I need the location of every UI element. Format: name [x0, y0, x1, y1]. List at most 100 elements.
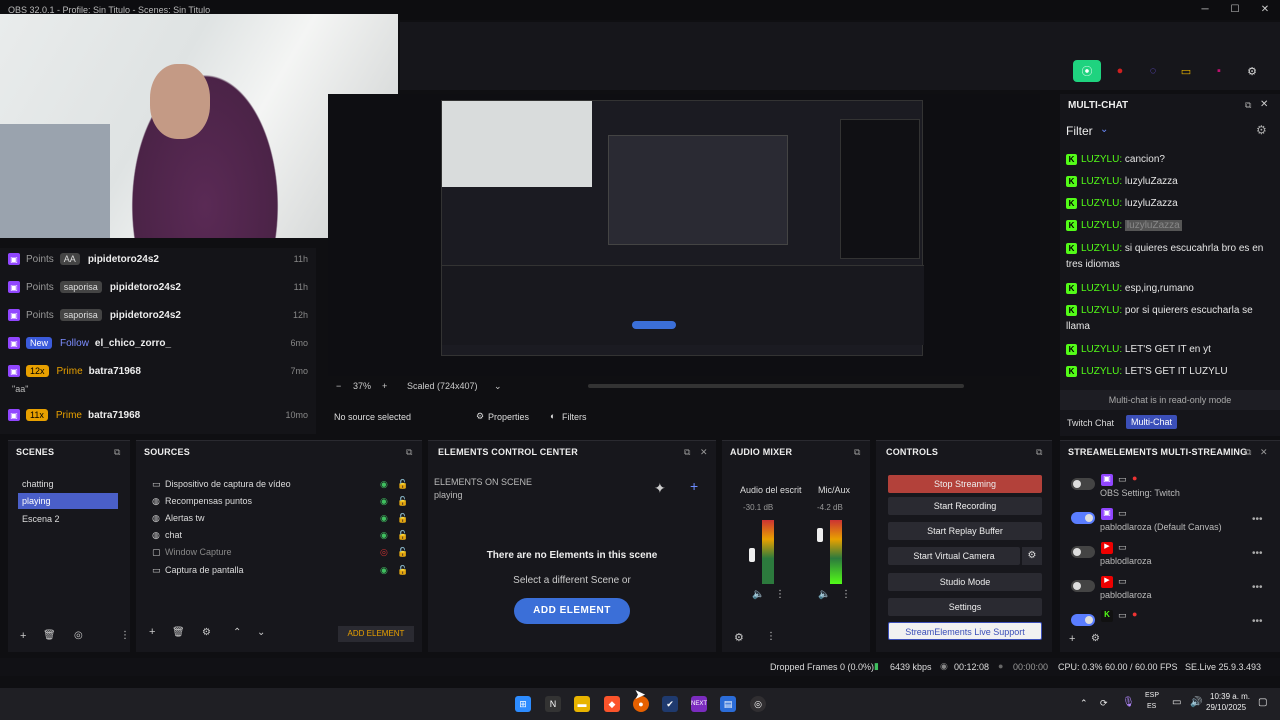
filter-dropdown[interactable]: Filter [1066, 124, 1093, 138]
studio-mode-button[interactable]: Studio Mode [888, 573, 1042, 591]
horizontal-scrollbar[interactable] [588, 384, 964, 388]
preview-canvas[interactable] [441, 100, 924, 356]
windows-start-icon[interactable]: ⊞ [515, 696, 531, 712]
maximize-icon[interactable]: ☐ [1220, 0, 1250, 20]
properties-button[interactable]: Properties [488, 412, 529, 422]
toggle[interactable] [1071, 580, 1095, 592]
live-icon[interactable]: ⦿ [1073, 60, 1101, 82]
volume-meter [762, 520, 774, 584]
notion-icon[interactable]: N [545, 696, 561, 712]
language-indicator[interactable]: ESP [1145, 692, 1159, 699]
add-icon[interactable]: + [1069, 633, 1075, 645]
network-icon[interactable]: ▭ [1172, 697, 1181, 708]
float-icon[interactable]: ⧉ [406, 447, 412, 458]
tab-multi-chat[interactable]: Multi-Chat [1126, 415, 1178, 429]
filter-icon[interactable]: ◎ [74, 630, 83, 641]
trash-icon[interactable]: 🗑 [43, 630, 56, 641]
float-icon[interactable]: ⧉ [854, 447, 860, 458]
volume-fader[interactable] [817, 528, 823, 542]
add-element-button[interactable]: ADD ELEMENT [338, 626, 414, 642]
sync-icon[interactable]: ⟳ [1100, 698, 1108, 709]
add-icon[interactable]: + [20, 630, 26, 642]
eye-icon: ◉ [380, 496, 388, 506]
sparkle-icon[interactable]: ✦ [654, 480, 666, 497]
more-icon[interactable]: ⋮ [120, 630, 130, 641]
more-icon[interactable]: ••• [1252, 616, 1263, 627]
toggle[interactable] [1071, 478, 1095, 490]
record-icon[interactable]: ● [1106, 60, 1134, 82]
minimize-icon[interactable]: ─ [1190, 0, 1220, 20]
chevron-up-icon[interactable]: ⌃ [1080, 698, 1088, 709]
close-icon[interactable]: ✕ [1250, 0, 1280, 20]
chevron-down-icon[interactable]: ⌄ [257, 627, 265, 638]
todo-icon[interactable]: ✔ [662, 696, 678, 712]
settings-button[interactable]: Settings [888, 598, 1042, 616]
chevron-down-icon: ⌄ [494, 381, 502, 391]
more-icon[interactable]: ⋮ [841, 589, 851, 600]
add-icon[interactable]: + [149, 626, 155, 638]
source-item[interactable]: ▢ Window Capture ◎ 🔓 [152, 544, 412, 560]
more-icon[interactable]: ••• [1252, 514, 1263, 525]
replay-icon[interactable]: ◌ [1139, 60, 1167, 82]
float-icon[interactable]: ⧉ [684, 447, 690, 458]
studio-icon[interactable]: ▪ [1205, 60, 1233, 82]
gear-icon[interactable]: ⚙ [1022, 547, 1042, 565]
scene-item[interactable]: playing [18, 493, 118, 509]
streamelements-support-button[interactable]: StreamElements Live Support [888, 622, 1042, 640]
source-item[interactable]: ▭ Dispositivo de captura de vídeo ◉ 🔓 [152, 476, 412, 492]
empty-hint: Select a different Scene or [513, 575, 631, 586]
close-icon[interactable]: ✕ [1260, 99, 1268, 110]
scale-select[interactable]: Scaled (724x407) [407, 381, 478, 391]
float-icon[interactable]: ⧉ [1245, 100, 1251, 111]
gear-icon[interactable]: ⚙ [1238, 60, 1266, 82]
obs-icon[interactable]: ◎ [750, 696, 766, 712]
stop-streaming-button[interactable]: Stop Streaming [888, 475, 1042, 493]
source-item[interactable]: ▭ Captura de pantalla ◉ 🔓 [152, 562, 412, 578]
next-icon[interactable]: NEXT [691, 696, 707, 712]
gear-icon[interactable]: ⚙ [202, 627, 211, 638]
close-icon[interactable]: ✕ [1260, 447, 1268, 458]
start-replay-buffer-button[interactable]: Start Replay Buffer [888, 522, 1042, 540]
brave-icon[interactable]: ◆ [604, 696, 620, 712]
volume-icon[interactable]: 🔊 [1190, 697, 1202, 708]
start-virtual-camera-button[interactable]: Start Virtual Camera [888, 547, 1020, 565]
trash-icon[interactable]: 🗑 [172, 627, 185, 638]
gear-icon[interactable]: ⚙ [1091, 633, 1100, 644]
scene-item[interactable]: Escena 2 [18, 511, 118, 527]
more-icon[interactable]: ••• [1252, 548, 1263, 559]
folder-icon[interactable]: ▬ [574, 696, 590, 712]
zoom-in-button[interactable]: + [382, 381, 387, 391]
close-icon[interactable]: ✕ [700, 447, 708, 458]
globe-icon: ◍ [152, 530, 160, 540]
tab-twitch-chat[interactable]: Twitch Chat [1067, 418, 1114, 428]
float-icon[interactable]: ⧉ [1245, 447, 1251, 458]
camera-icon[interactable]: ▭ [1172, 60, 1200, 82]
float-icon[interactable]: ⧉ [1036, 447, 1042, 458]
more-icon[interactable]: ••• [1252, 582, 1263, 593]
volume-fader[interactable] [749, 548, 755, 562]
source-item[interactable]: ◍ Alertas tw ◉ 🔓 [152, 510, 412, 526]
toggle[interactable] [1071, 512, 1095, 524]
float-icon[interactable]: ⧉ [114, 447, 120, 458]
mic-icon[interactable]: 🎙 [1122, 697, 1135, 708]
toggle[interactable] [1071, 546, 1095, 558]
chevron-up-icon[interactable]: ⌃ [233, 627, 241, 638]
more-icon[interactable]: ⋮ [766, 631, 776, 642]
stream-target: ▣ ▭ pablodlaroza (Default Canvas) ••• [1068, 508, 1274, 538]
speaker-icon[interactable]: 🔈 [752, 589, 764, 600]
toggle[interactable] [1071, 614, 1095, 626]
start-recording-button[interactable]: Start Recording [888, 497, 1042, 515]
more-icon[interactable]: ⋮ [775, 589, 785, 600]
add-element-button[interactable]: ADD ELEMENT [514, 598, 630, 624]
app-icon[interactable]: ▤ [720, 696, 736, 712]
source-item[interactable]: ◍ chat ◉ 🔓 [152, 527, 412, 543]
gear-icon[interactable]: ⚙ [1256, 123, 1267, 137]
gear-icon[interactable]: ⚙ [734, 631, 744, 644]
speaker-icon[interactable]: 🔈 [818, 589, 830, 600]
add-icon[interactable]: + [690, 478, 698, 494]
source-item[interactable]: ◍ Recompensas puntos ◉ 🔓 [152, 493, 412, 509]
zoom-out-button[interactable]: − [336, 381, 341, 391]
scene-item[interactable]: chatting [18, 476, 118, 492]
notification-icon[interactable]: ▢ [1258, 697, 1267, 708]
filters-button[interactable]: Filters [562, 412, 587, 422]
